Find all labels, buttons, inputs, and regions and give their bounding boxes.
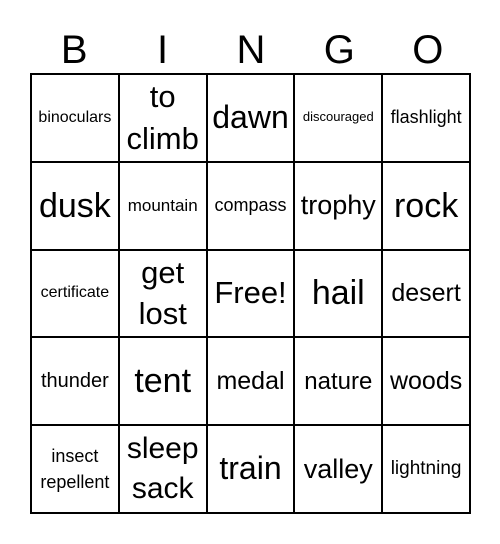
bingo-cell[interactable]: lightning (382, 425, 470, 513)
bingo-cell[interactable]: valley (294, 425, 383, 513)
bingo-cell[interactable]: discouraged (294, 74, 383, 162)
bingo-cell[interactable]: binoculars (31, 74, 119, 162)
bingo-cell[interactable]: thunder (31, 337, 119, 426)
bingo-cell[interactable]: certificate (31, 249, 119, 338)
bingo-cell[interactable]: dusk (31, 161, 119, 250)
bingo-cell[interactable]: sleep sack (118, 425, 207, 513)
header-letter-n: N (236, 28, 266, 72)
bingo-cell[interactable]: nature (294, 337, 383, 426)
header-letter-o: O (412, 28, 444, 72)
bingo-cell[interactable]: rock (382, 161, 470, 250)
bingo-cell[interactable]: mountain (118, 161, 207, 250)
bingo-header: B I N G O (30, 28, 472, 72)
bingo-cell[interactable]: trophy (294, 161, 383, 250)
bingo-cell[interactable]: to climb (118, 74, 207, 162)
bingo-cell[interactable]: medal (206, 337, 295, 426)
bingo-cell[interactable]: train (206, 425, 295, 513)
header-letter-i: I (157, 28, 169, 72)
bingo-cell[interactable]: hail (294, 249, 383, 338)
header-letter-g: G (323, 28, 355, 72)
bingo-cell[interactable]: tent (118, 337, 207, 426)
header-letter-b: B (60, 28, 88, 72)
bingo-grid: binoculars to climb dawn discouraged fla… (30, 73, 471, 514)
bingo-cell[interactable]: flashlight (382, 74, 470, 162)
bingo-cell[interactable]: compass (206, 161, 295, 250)
bingo-cell[interactable]: desert (382, 249, 470, 338)
bingo-cell[interactable]: dawn (206, 74, 295, 162)
bingo-cell[interactable]: woods (382, 337, 470, 426)
bingo-cell[interactable]: insect repellent (31, 425, 119, 513)
bingo-cell[interactable]: get lost (118, 249, 207, 338)
free-cell[interactable]: Free! (206, 249, 295, 338)
